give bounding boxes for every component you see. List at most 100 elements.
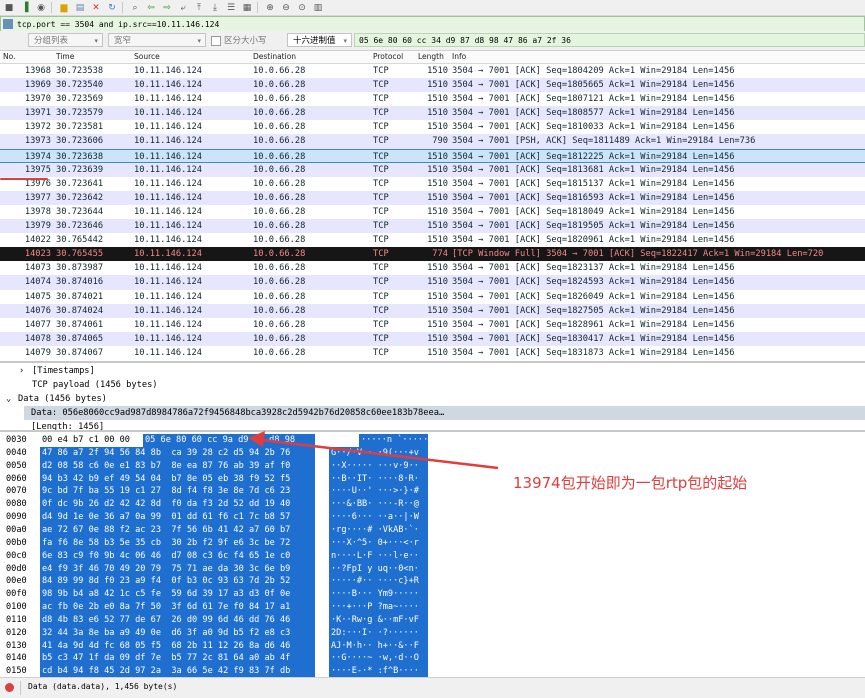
cell-src: 10.11.146.124: [134, 178, 202, 189]
cell-len: 1510: [427, 333, 448, 344]
packet-bytes-pane[interactable]: 0030 00 e4 b7 c1 00 00 05 6e 80 60 cc 9a d…: [0, 430, 865, 679]
search-input[interactable]: 05 6e 80 60 cc 34 d9 87 d8 98 47 86 a7 2…: [354, 33, 865, 47]
cell-dst: 10.0.66.28: [253, 221, 306, 232]
zoom-in-icon[interactable]: ⊕: [263, 2, 277, 14]
stop-icon[interactable]: ■: [2, 2, 16, 14]
display-filter-bar[interactable]: tcp.port == 3504 and ip.src==10.11.146.1…: [0, 16, 865, 32]
bytes-row[interactable]: 0040 47 86 a7 2f 94 56 84 8b ca 39 28 c2 …: [0, 446, 865, 461]
bytes-row[interactable]: 0120 32 44 3a 8e ba a9 49 0e d6 3f a0 9d …: [0, 626, 865, 640]
packet-details-pane[interactable]: › [Timestamps] TCP payload (1456 bytes) …: [0, 361, 865, 432]
table-row[interactable]: 13971 30.723579 10.11.146.124 10.0.66.28 TCP…: [0, 106, 865, 121]
expand-arrow-icon[interactable]: ›: [19, 364, 24, 378]
packet-list[interactable]: No. Time Source Destination Protocol Len…: [0, 51, 865, 361]
resize-columns-icon[interactable]: ▥: [311, 2, 325, 14]
table-row[interactable]: 14077 30.874061 10.11.146.124 10.0.66.28 TCP…: [0, 318, 865, 332]
bytes-row[interactable]: 0090 d4 9d 1e 0e 36 a7 0a 99 01 dd 61 f6 …: [0, 511, 865, 525]
restart-icon[interactable]: ▐: [18, 2, 32, 14]
bytes-row[interactable]: 0130 41 4a 9d 4d fc 68 05 f5 68 2b 11 12 …: [0, 639, 865, 653]
bytes-row[interactable]: 00d0 e4 f9 3f 46 70 49 20 79 75 71 ae da …: [0, 562, 865, 576]
bytes-row[interactable]: 0080 0f dc 9b 26 d2 42 42 8d f0 da f3 2d …: [0, 498, 865, 512]
table-row[interactable]: 13979 30.723646 10.11.146.124 10.0.66.28 TCP…: [0, 219, 865, 234]
cell-proto: TCP: [373, 66, 389, 76]
table-row[interactable]: 14075 30.874021 10.11.146.124 10.0.66.28 TCP…: [0, 290, 865, 304]
table-row[interactable]: 14073 30.873987 10.11.146.124 10.0.66.28 TCP…: [0, 261, 865, 275]
display-filter-input[interactable]: tcp.port == 3504 and ip.src==10.11.146.1…: [17, 20, 219, 29]
open-icon[interactable]: ▆: [57, 2, 71, 14]
table-row[interactable]: 13973 30.723606 10.11.146.124 10.0.66.28 TCP…: [0, 134, 865, 149]
cell-dst: 10.0.66.28: [253, 178, 306, 189]
table-row[interactable]: 14074 30.874016 10.11.146.124 10.0.66.28 TCP…: [0, 275, 865, 290]
forward-icon[interactable]: ⇨: [160, 2, 174, 14]
detail-timestamps[interactable]: [Timestamps]: [32, 364, 95, 378]
goto-icon[interactable]: ⤶: [176, 2, 190, 14]
zoom-out-icon[interactable]: ⊖: [279, 2, 293, 14]
table-row[interactable]: 14078 30.874065 10.11.146.124 10.0.66.28 TCP…: [0, 331, 865, 346]
table-row[interactable]: 13970 30.723569 10.11.146.124 10.0.66.28 TCP…: [0, 92, 865, 106]
cell-len: 1510: [427, 80, 448, 91]
reload-icon[interactable]: ↻: [105, 2, 119, 14]
detail-data-value[interactable]: Data: 056e8060cc9ad987d8984786a72f945684…: [31, 406, 444, 420]
table-row[interactable]: 14023 30.765455 10.11.146.124 10.0.66.28 TCP…: [0, 247, 865, 262]
table-row[interactable]: 13968 30.723538 10.11.146.124 10.0.66.28 TCP…: [0, 64, 865, 78]
bytes-row[interactable]: 0100 ac fb 0e 2b e0 8a 7f 50 3f 6d 61 7e …: [0, 601, 865, 615]
search-scope-select[interactable]: 分组列表 ▾: [28, 33, 103, 47]
column-header-no[interactable]: No.: [3, 52, 15, 61]
table-row[interactable]: 13976 30.723641 10.11.146.124 10.0.66.28 TCP…: [0, 177, 865, 191]
search-mode-select[interactable]: 十六进制值 ▾: [287, 33, 352, 47]
bytes-row[interactable]: 00c0 6e 83 c9 f0 9b 4c 06 46 d7 08 c3 6c …: [0, 549, 865, 563]
case-sensitive-checkbox[interactable]: [211, 36, 221, 46]
back-icon[interactable]: ⇦: [144, 2, 158, 14]
column-header-length[interactable]: Length: [418, 52, 444, 61]
bytes-row[interactable]: 0140 b5 c3 47 1f da 09 df 7e b5 77 2c 81 …: [0, 652, 865, 666]
column-header-info[interactable]: Info: [452, 52, 466, 61]
find-icon[interactable]: ⌕: [128, 2, 142, 14]
bytes-row[interactable]: 00b0 fa f6 8e 58 b3 5e 35 cb 30 2b f2 9f …: [0, 536, 865, 550]
bytes-row[interactable]: 0110 d8 4b 83 e6 52 77 de 67 26 d0 99 6d …: [0, 613, 865, 628]
byte-offset: 00a0: [6, 524, 27, 535]
byte-ascii: ··X····· ···v·9··: [329, 459, 428, 473]
column-header-protocol[interactable]: Protocol: [373, 52, 403, 61]
detail-data[interactable]: Data (1456 bytes): [18, 392, 107, 406]
bytes-row[interactable]: 00a0 ae 72 67 0e 88 f2 ac 23 7f 56 6b 41 …: [0, 523, 865, 538]
table-row[interactable]: 13969 30.723540 10.11.146.124 10.0.66.28 TCP…: [0, 78, 865, 93]
colorize-icon[interactable]: ▦: [240, 2, 254, 14]
cell-len: 1510: [427, 291, 448, 302]
cell-no: 14073: [24, 263, 51, 274]
save-icon[interactable]: ▤: [73, 2, 87, 14]
byte-hex: d8 4b 83 e6 52 77 de 67 26 d0 99 6d 46 d…: [40, 613, 315, 628]
options-icon[interactable]: ◉: [34, 2, 48, 14]
table-row[interactable]: 13975 30.723639 10.11.146.124 10.0.66.28 TCP…: [0, 162, 865, 177]
byte-ascii: G··/·V·· ·9(···+v: [329, 446, 428, 461]
table-row[interactable]: 14079 30.874067 10.11.146.124 10.0.66.28 TCP…: [0, 346, 865, 360]
autoscroll-icon[interactable]: ☰: [224, 2, 238, 14]
bytes-row[interactable]: 0050 d2 08 58 c6 0e e1 83 b7 8e ea 87 76 …: [0, 459, 865, 473]
detail-tcp-payload[interactable]: TCP payload (1456 bytes): [32, 378, 158, 392]
byte-ascii: n····L·F ···l·e··: [329, 549, 428, 563]
column-header-destination[interactable]: Destination: [253, 52, 296, 61]
table-row[interactable]: 14076 30.874024 10.11.146.124 10.0.66.28 TCP…: [0, 303, 865, 318]
table-row[interactable]: 13977 30.723642 10.11.146.124 10.0.66.28 TCP…: [0, 190, 865, 205]
cell-dst: 10.0.66.28: [253, 305, 306, 316]
cell-proto: TCP: [373, 178, 389, 189]
bytes-row[interactable]: 00f0 98 9b b4 a8 42 1c c5 fe 59 6d 39 17 …: [0, 588, 865, 602]
table-row[interactable]: 13978 30.723644 10.11.146.124 10.0.66.28 TCP…: [0, 205, 865, 219]
byte-offset: 0090: [6, 512, 27, 523]
char-width-select[interactable]: 宽窄 ▾: [108, 33, 206, 47]
first-icon[interactable]: ⤒: [192, 2, 206, 14]
column-header-source[interactable]: Source: [134, 52, 160, 61]
column-header-time[interactable]: Time: [56, 52, 74, 61]
cell-proto: TCP: [373, 108, 389, 119]
expert-info-icon[interactable]: [5, 683, 14, 692]
byte-hex: 6e 83 c9 f0 9b 4c 06 46 d7 08 c3 6c f4 6…: [40, 549, 315, 563]
bookmark-icon[interactable]: [3, 19, 13, 29]
normal-size-icon[interactable]: ⊙: [295, 2, 309, 14]
bytes-row[interactable]: 0030 00 e4 b7 c1 00 00 05 6e 80 60 cc 9a d…: [0, 434, 865, 448]
close-file-icon[interactable]: ✕: [89, 2, 103, 14]
table-row[interactable]: 14022 30.765442 10.11.146.124 10.0.66.28 TCP…: [0, 233, 865, 247]
collapse-arrow-icon[interactable]: ⌄: [6, 392, 11, 406]
bytes-row[interactable]: 00e0 84 89 99 8d f0 23 a9 f4 0f b3 0c 93 …: [0, 575, 865, 589]
last-icon[interactable]: ⤓: [208, 2, 222, 14]
byte-ascii: ···+···P ?ma~····: [329, 601, 428, 615]
table-row[interactable]: 13972 30.723581 10.11.146.124 10.0.66.28 TCP…: [0, 120, 865, 134]
table-row[interactable]: 13974 30.723638 10.11.146.124 10.0.66.28 TCP…: [0, 148, 865, 163]
